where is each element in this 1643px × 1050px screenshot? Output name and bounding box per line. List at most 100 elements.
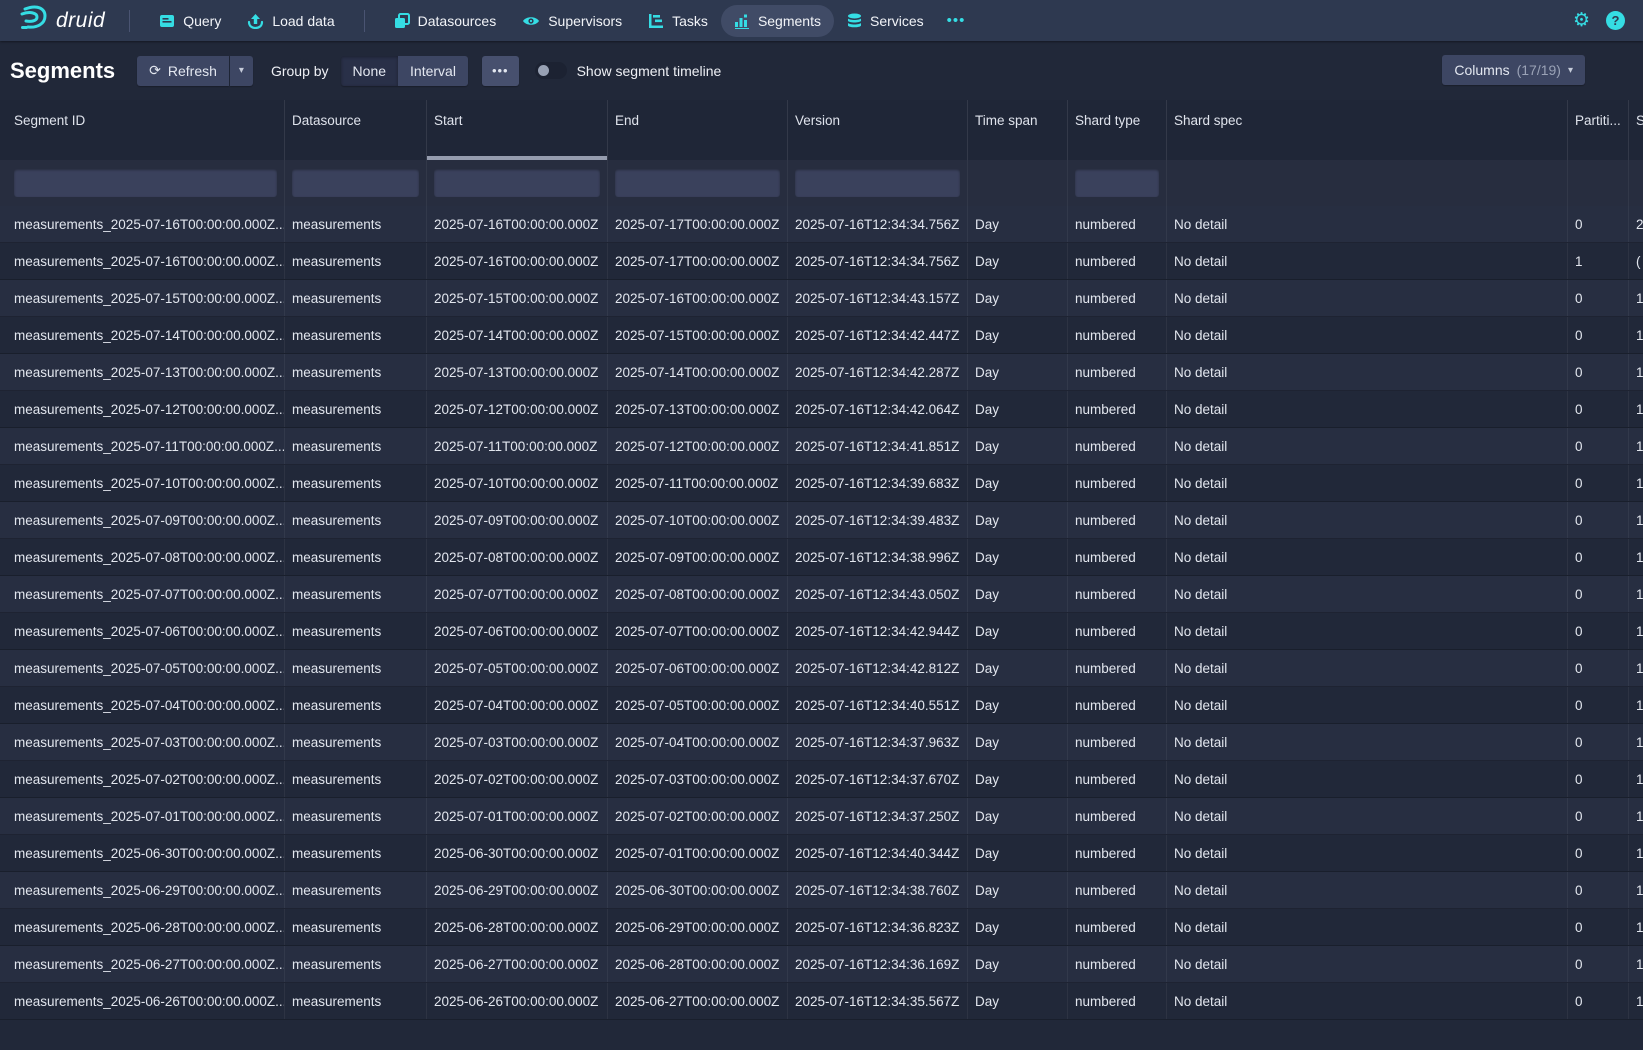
cell-end: 2025-07-03T00:00:00.000Z bbox=[608, 761, 788, 797]
nav-item-query[interactable]: Query bbox=[146, 5, 234, 37]
cell-datasource: measurements bbox=[285, 798, 427, 834]
cell-shard_spec: No detail bbox=[1167, 613, 1568, 649]
column-header-id[interactable]: Segment ID bbox=[0, 100, 285, 160]
cell-version: 2025-07-16T12:34:42.447Z bbox=[788, 317, 968, 353]
cell-time_span: Day bbox=[968, 576, 1068, 612]
cell-size: 1 bbox=[1629, 835, 1643, 871]
cell-datasource: measurements bbox=[285, 576, 427, 612]
more-options-button[interactable]: ••• bbox=[482, 56, 519, 86]
cell-size: 1 bbox=[1629, 613, 1643, 649]
table-row: measurements_2025-07-14T00:00:00.000Z...… bbox=[0, 317, 1643, 354]
cell-start: 2025-06-30T00:00:00.000Z bbox=[427, 835, 608, 871]
column-header-start[interactable]: Start bbox=[427, 100, 608, 160]
cell-shard_spec: No detail bbox=[1167, 946, 1568, 982]
navbar-divider bbox=[129, 10, 130, 32]
column-header-shard_type[interactable]: Shard type bbox=[1068, 100, 1167, 160]
cell-start: 2025-07-06T00:00:00.000Z bbox=[427, 613, 608, 649]
filter-input-datasource[interactable] bbox=[292, 169, 419, 197]
refresh-caret-button[interactable]: ▾ bbox=[230, 56, 253, 86]
navbar-divider bbox=[364, 10, 365, 32]
cell-start: 2025-07-08T00:00:00.000Z bbox=[427, 539, 608, 575]
settings-gear-icon[interactable]: ⚙ bbox=[1573, 11, 1590, 30]
table-row: measurements_2025-07-15T00:00:00.000Z...… bbox=[0, 280, 1643, 317]
cell-partition: 1 bbox=[1568, 243, 1629, 279]
cell-time_span: Day bbox=[968, 650, 1068, 686]
column-header-datasource[interactable]: Datasource bbox=[285, 100, 427, 160]
cell-shard_type: numbered bbox=[1068, 354, 1167, 390]
cell-shard_spec: No detail bbox=[1167, 909, 1568, 945]
filter-input-end[interactable] bbox=[615, 169, 780, 197]
cell-datasource: measurements bbox=[285, 909, 427, 945]
nav-item-label: Tasks bbox=[672, 13, 708, 29]
cell-partition: 0 bbox=[1568, 872, 1629, 908]
cell-partition: 0 bbox=[1568, 280, 1629, 316]
cell-end: 2025-06-29T00:00:00.000Z bbox=[608, 909, 788, 945]
filter-input-version[interactable] bbox=[795, 169, 960, 197]
column-header-version[interactable]: Version bbox=[788, 100, 968, 160]
nav-more-button[interactable]: ••• bbox=[937, 12, 976, 29]
cell-end: 2025-07-17T00:00:00.000Z bbox=[608, 243, 788, 279]
refresh-icon: ⟳ bbox=[149, 62, 161, 79]
cell-partition: 0 bbox=[1568, 428, 1629, 464]
filter-cell-partition bbox=[1568, 160, 1629, 206]
nav-item-datasources[interactable]: Datasources bbox=[381, 5, 510, 37]
cell-size: 1 bbox=[1629, 872, 1643, 908]
cell-shard_type: numbered bbox=[1068, 465, 1167, 501]
nav-item-tasks[interactable]: Tasks bbox=[635, 5, 721, 37]
table-row: measurements_2025-06-30T00:00:00.000Z...… bbox=[0, 835, 1643, 872]
cell-size: 1 bbox=[1629, 317, 1643, 353]
help-icon[interactable]: ? bbox=[1606, 11, 1625, 30]
table-row: measurements_2025-07-01T00:00:00.000Z...… bbox=[0, 798, 1643, 835]
brand-name: druid bbox=[56, 9, 105, 33]
refresh-button[interactable]: ⟳ Refresh bbox=[137, 56, 229, 86]
segment-timeline-toggle[interactable] bbox=[535, 62, 567, 79]
cell-end: 2025-07-13T00:00:00.000Z bbox=[608, 391, 788, 427]
cell-version: 2025-07-16T12:34:40.344Z bbox=[788, 835, 968, 871]
cell-time_span: Day bbox=[968, 428, 1068, 464]
filter-input-start[interactable] bbox=[434, 169, 600, 197]
filter-cell-time_span bbox=[968, 160, 1068, 206]
table-body: measurements_2025-07-16T00:00:00.000Z...… bbox=[0, 206, 1643, 1020]
filter-cell-id bbox=[0, 160, 285, 206]
cell-shard_spec: No detail bbox=[1167, 539, 1568, 575]
druid-logo[interactable]: druid bbox=[14, 3, 113, 38]
columns-picker-button[interactable]: Columns (17/19) ▾ bbox=[1442, 55, 1585, 85]
cell-shard_spec: No detail bbox=[1167, 798, 1568, 834]
filter-input-shard_type[interactable] bbox=[1075, 169, 1159, 197]
cell-id: measurements_2025-07-06T00:00:00.000Z... bbox=[0, 613, 285, 649]
column-header-time_span[interactable]: Time span bbox=[968, 100, 1068, 160]
nav-item-segments[interactable]: Segments bbox=[721, 5, 834, 37]
cell-time_span: Day bbox=[968, 983, 1068, 1019]
column-header-size[interactable]: S bbox=[1629, 100, 1643, 160]
column-header-end[interactable]: End bbox=[608, 100, 788, 160]
cell-end: 2025-07-04T00:00:00.000Z bbox=[608, 724, 788, 760]
table-header-row: Segment IDDatasourceStartEndVersionTime … bbox=[0, 100, 1643, 160]
cell-id: measurements_2025-07-07T00:00:00.000Z... bbox=[0, 576, 285, 612]
cell-datasource: measurements bbox=[285, 872, 427, 908]
nav-item-supervisors[interactable]: Supervisors bbox=[509, 5, 635, 37]
cell-datasource: measurements bbox=[285, 539, 427, 575]
group-by-interval-button[interactable]: Interval bbox=[398, 56, 468, 86]
cell-version: 2025-07-16T12:34:37.670Z bbox=[788, 761, 968, 797]
cell-version: 2025-07-16T12:34:40.551Z bbox=[788, 687, 968, 723]
table-row: measurements_2025-06-28T00:00:00.000Z...… bbox=[0, 909, 1643, 946]
cell-id: measurements_2025-07-14T00:00:00.000Z... bbox=[0, 317, 285, 353]
cell-size: 1 bbox=[1629, 391, 1643, 427]
cell-datasource: measurements bbox=[285, 243, 427, 279]
nav-item-load-data[interactable]: Load data bbox=[234, 5, 347, 37]
column-header-shard_spec[interactable]: Shard spec bbox=[1167, 100, 1568, 160]
table-row: measurements_2025-07-10T00:00:00.000Z...… bbox=[0, 465, 1643, 502]
cell-shard_spec: No detail bbox=[1167, 761, 1568, 797]
nav-item-services[interactable]: Services bbox=[834, 5, 937, 37]
top-navbar: druid Query Load data Datasources Superv… bbox=[0, 0, 1643, 41]
table-row: measurements_2025-07-11T00:00:00.000Z...… bbox=[0, 428, 1643, 465]
cell-size: 1 bbox=[1629, 909, 1643, 945]
nav-item-label: Segments bbox=[758, 13, 821, 29]
cell-size: 1 bbox=[1629, 946, 1643, 982]
cell-version: 2025-07-16T12:34:38.760Z bbox=[788, 872, 968, 908]
cell-end: 2025-07-10T00:00:00.000Z bbox=[608, 502, 788, 538]
table-row: measurements_2025-07-04T00:00:00.000Z...… bbox=[0, 687, 1643, 724]
column-header-partition[interactable]: Partiti... bbox=[1568, 100, 1629, 160]
filter-input-id[interactable] bbox=[14, 169, 277, 197]
group-by-none-button[interactable]: None bbox=[341, 56, 398, 86]
